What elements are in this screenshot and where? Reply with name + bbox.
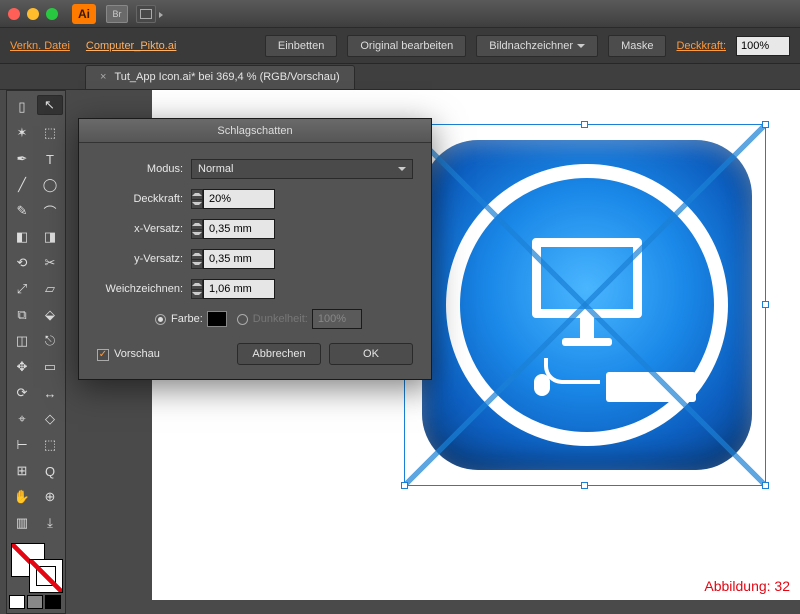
opacity-label: Deckkraft: bbox=[676, 40, 726, 52]
preview-checkbox[interactable] bbox=[97, 349, 109, 361]
tool-button[interactable]: ⬙ bbox=[37, 303, 63, 327]
tool-button[interactable]: ◯ bbox=[37, 173, 63, 197]
tool-button[interactable]: ⊞ bbox=[9, 459, 35, 483]
tool-button[interactable]: ╱ bbox=[9, 173, 35, 197]
color-swatch[interactable] bbox=[207, 311, 227, 327]
chevron-down-icon bbox=[398, 167, 406, 171]
preview-checkbox-label[interactable]: Vorschau bbox=[97, 348, 160, 361]
y-offset-label: y-Versatz: bbox=[97, 253, 191, 265]
blur-stepper[interactable] bbox=[191, 279, 203, 299]
color-mode-button[interactable] bbox=[45, 595, 61, 609]
dialog-opacity-label: Deckkraft: bbox=[97, 193, 191, 205]
x-offset-input[interactable]: 0,35 mm bbox=[203, 219, 275, 239]
document-tab[interactable]: × Tut_App Icon.ai* bei 369,4 % (RGB/Vors… bbox=[85, 65, 355, 89]
tool-button[interactable]: ⟳ bbox=[9, 381, 35, 405]
tool-button[interactable]: ✋ bbox=[9, 485, 35, 509]
tool-button[interactable]: ◇ bbox=[37, 407, 63, 431]
close-tab-icon[interactable]: × bbox=[100, 71, 106, 83]
linked-filename[interactable]: Computer_Pikto.ai bbox=[86, 40, 177, 52]
mask-button[interactable]: Maske bbox=[608, 35, 666, 57]
resize-handle[interactable] bbox=[581, 482, 588, 489]
document-tab-row: × Tut_App Icon.ai* bei 369,4 % (RGB/Vors… bbox=[0, 64, 800, 90]
resize-handle[interactable] bbox=[581, 121, 588, 128]
blur-label: Weichzeichnen: bbox=[97, 283, 191, 295]
app-logo-icon: Ai bbox=[72, 4, 96, 24]
minimize-window-icon[interactable] bbox=[27, 8, 39, 20]
resize-handle[interactable] bbox=[762, 482, 769, 489]
dialog-opacity-input[interactable]: 20% bbox=[203, 189, 275, 209]
tool-button[interactable]: ⤢ bbox=[9, 277, 35, 301]
color-mode-button[interactable] bbox=[9, 595, 25, 609]
tool-button[interactable]: Q bbox=[37, 459, 63, 483]
tool-button[interactable]: ▱ bbox=[37, 277, 63, 301]
tool-button[interactable]: ↔ bbox=[37, 381, 63, 405]
color-radio[interactable] bbox=[155, 314, 166, 325]
edit-original-button[interactable]: Original bearbeiten bbox=[347, 35, 466, 57]
y-offset-stepper[interactable] bbox=[191, 249, 203, 269]
window-controls bbox=[8, 8, 58, 20]
embed-button[interactable]: Einbetten bbox=[265, 35, 337, 57]
fill-stroke-swatch[interactable] bbox=[9, 541, 63, 591]
darkness-radio[interactable] bbox=[237, 314, 248, 325]
mode-select[interactable]: Normal bbox=[191, 159, 413, 179]
resize-handle[interactable] bbox=[762, 121, 769, 128]
color-label: Farbe: bbox=[171, 313, 203, 325]
tool-button[interactable]: ✂ bbox=[37, 251, 63, 275]
tool-button[interactable]: ▥ bbox=[9, 511, 35, 535]
tool-button[interactable]: ▭ bbox=[37, 355, 63, 379]
tool-button[interactable]: ⌒ bbox=[37, 199, 63, 223]
zoom-window-icon[interactable] bbox=[46, 8, 58, 20]
tool-button[interactable]: ✒ bbox=[9, 147, 35, 171]
tool-button[interactable]: ◫ bbox=[9, 329, 35, 353]
selection-bounding-box[interactable] bbox=[404, 124, 766, 486]
document-tab-title: Tut_App Icon.ai* bei 369,4 % (RGB/Vorsch… bbox=[114, 71, 339, 83]
darkness-label: Dunkelheit: bbox=[253, 313, 308, 325]
tool-button[interactable]: ↖ bbox=[37, 95, 63, 115]
tool-button[interactable]: ⟲ bbox=[9, 251, 35, 275]
tool-button[interactable]: ▯ bbox=[9, 95, 35, 119]
dialog-title: Schlagschatten bbox=[79, 119, 431, 143]
control-bar: Verkn. Datei Computer_Pikto.ai Einbetten… bbox=[0, 28, 800, 64]
tool-button[interactable]: ⌖ bbox=[9, 407, 35, 431]
opacity-input[interactable]: 100% bbox=[736, 36, 790, 56]
tools-panel: ▯↖✶⬚✒T╱◯✎⌒◧◨⟲✂⤢▱⧉⬙◫⎋✥▭⟳↔⌖◇⊢⬚⊞Q✋⊕▥⤓ bbox=[6, 90, 66, 614]
mode-label: Modus: bbox=[97, 163, 191, 175]
opacity-stepper[interactable] bbox=[191, 189, 203, 209]
image-trace-button[interactable]: Bildnachzeichner bbox=[476, 35, 598, 57]
color-mode-button[interactable] bbox=[27, 595, 43, 609]
tool-button[interactable]: T bbox=[37, 147, 63, 171]
darkness-input: 100% bbox=[312, 309, 362, 329]
window-titlebar: Ai Br bbox=[0, 0, 800, 28]
tool-button[interactable]: ⬚ bbox=[37, 433, 63, 457]
y-offset-input[interactable]: 0,35 mm bbox=[203, 249, 275, 269]
cancel-button[interactable]: Abbrechen bbox=[237, 343, 321, 365]
close-window-icon[interactable] bbox=[8, 8, 20, 20]
arrange-documents-button[interactable] bbox=[136, 5, 156, 23]
tool-button[interactable]: ⬚ bbox=[37, 121, 63, 145]
tool-button[interactable]: ⤓ bbox=[37, 511, 63, 535]
blur-input[interactable]: 1,06 mm bbox=[203, 279, 275, 299]
chevron-down-icon[interactable] bbox=[577, 44, 585, 48]
tool-button[interactable]: ⧉ bbox=[9, 303, 35, 327]
color-mode-row bbox=[9, 595, 61, 609]
linked-file-label[interactable]: Verkn. Datei bbox=[10, 40, 70, 52]
resize-handle[interactable] bbox=[401, 482, 408, 489]
tool-button[interactable]: ✎ bbox=[9, 199, 35, 223]
x-offset-label: x-Versatz: bbox=[97, 223, 191, 235]
tool-button[interactable]: ⎋ bbox=[37, 329, 63, 353]
drop-shadow-dialog: Schlagschatten Modus: Normal Deckkraft: … bbox=[78, 118, 432, 380]
tool-button[interactable]: ⊢ bbox=[9, 433, 35, 457]
x-offset-stepper[interactable] bbox=[191, 219, 203, 239]
tool-button[interactable]: ✥ bbox=[9, 355, 35, 379]
figure-caption: Abbildung: 32 bbox=[704, 578, 790, 594]
resize-handle[interactable] bbox=[762, 301, 769, 308]
tool-button[interactable]: ✶ bbox=[9, 121, 35, 145]
ok-button[interactable]: OK bbox=[329, 343, 413, 365]
tool-button[interactable]: ⊕ bbox=[37, 485, 63, 509]
bridge-button[interactable]: Br bbox=[106, 5, 128, 23]
tool-button[interactable]: ◨ bbox=[37, 225, 63, 249]
tool-button[interactable]: ◧ bbox=[9, 225, 35, 249]
